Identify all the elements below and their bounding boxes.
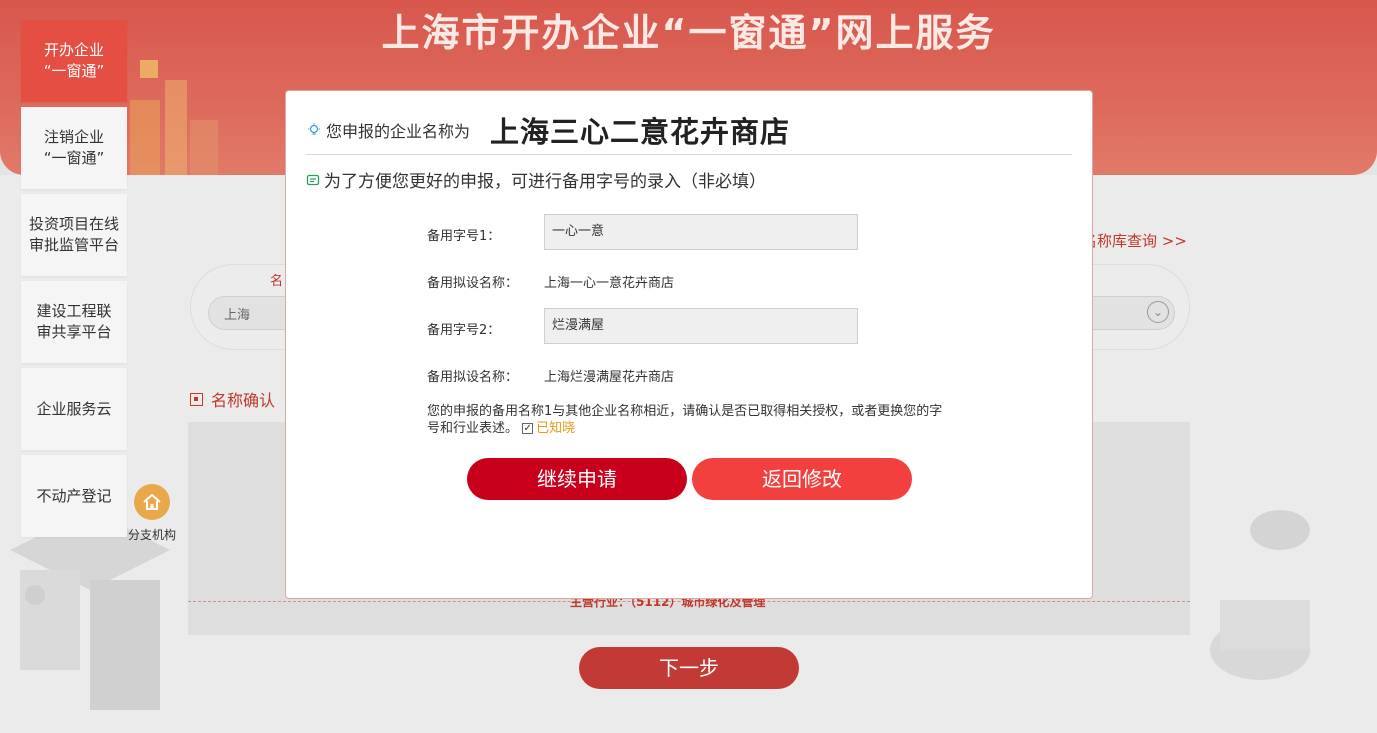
note-icon — [306, 174, 320, 185]
proposed-name-1-value: 上海一心一意花卉商店 — [544, 276, 675, 291]
company-name-value: 上海三心二意花卉商店 — [490, 114, 791, 149]
continue-apply-button[interactable]: 继续申请 — [467, 458, 687, 500]
acknowledge-label[interactable]: 已知晓 — [536, 420, 575, 437]
alt-name-1-input[interactable]: 一心一意 — [544, 214, 858, 250]
optional-tip: 为了方便您更好的申报，可进行备用字号的录入（非必填） — [306, 167, 766, 192]
alt-name-2-label: 备用字号2： — [427, 323, 501, 338]
alternate-name-dialog: 您申报的企业名称为 上海三心二意花卉商店 为了方便您更好的申报，可进行备用字号的… — [285, 90, 1093, 599]
similar-name-warning: 您的申报的备用名称1与其他企业名称相近，请确认是否已取得相关授权，或者更换您的字… — [427, 403, 947, 437]
return-modify-button[interactable]: 返回修改 — [692, 458, 912, 500]
optional-tip-text: 为了方便您更好的申报，可进行备用字号的录入（非必填） — [324, 172, 766, 192]
lightbulb-icon — [308, 122, 320, 135]
proposed-name-2-value: 上海烂漫满屋花卉商店 — [544, 370, 675, 385]
acknowledge-checkbox[interactable]: ✓ 已知晓 — [522, 420, 575, 437]
warning-text: 您的申报的备用名称1与其他企业名称相近，请确认是否已取得相关授权，或者更换您的字… — [427, 404, 943, 436]
checkbox-checked-icon[interactable]: ✓ — [522, 423, 534, 434]
proposed-name-1-label: 备用拟设名称： — [427, 276, 519, 291]
alt-name-1-label: 备用字号1： — [427, 229, 501, 244]
dialog-header: 您申报的企业名称为 上海三心二意花卉商店 — [306, 105, 1072, 155]
company-name-label: 您申报的企业名称为 — [326, 121, 471, 141]
proposed-name-2-label: 备用拟设名称： — [427, 370, 519, 385]
alt-name-2-input[interactable]: 烂漫满屋 — [544, 308, 858, 344]
